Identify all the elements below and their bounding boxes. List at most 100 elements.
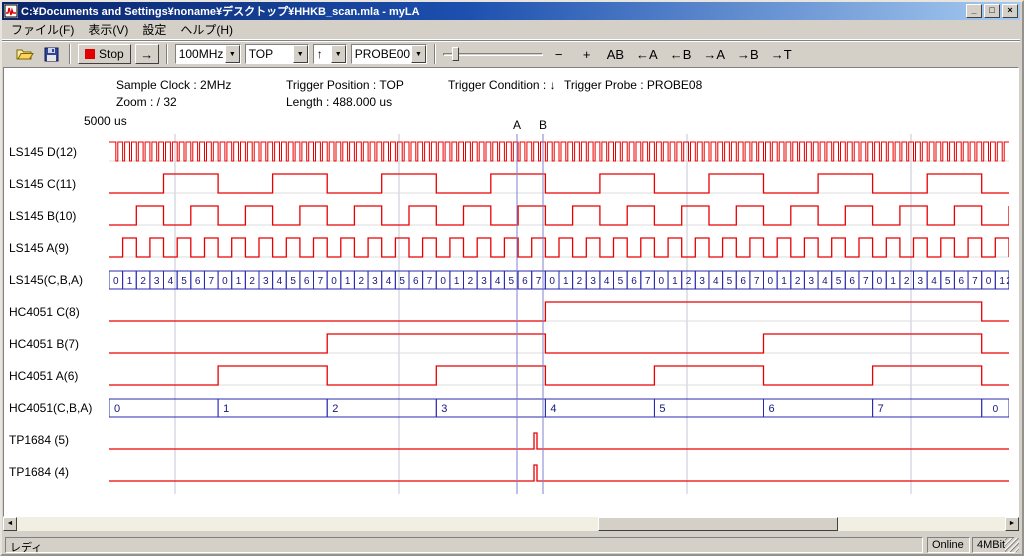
bus-value: 3 xyxy=(699,276,705,287)
zoom-slider[interactable] xyxy=(443,44,543,64)
trigger-probe-combo[interactable]: PROBE00 ▼ xyxy=(351,44,427,64)
close-button[interactable]: × xyxy=(1002,4,1018,18)
window-title: C:¥Documents and Settings¥noname¥デスクトップ¥… xyxy=(21,3,966,19)
bus-cell xyxy=(218,399,327,417)
status-ready: レディ xyxy=(5,537,923,553)
menu-view[interactable]: 表示(V) xyxy=(81,19,135,40)
trigger-probe-value: PROBE00 xyxy=(352,45,411,63)
time-origin-label: 5000 us xyxy=(84,114,127,128)
bus-cell xyxy=(873,399,982,417)
bus-value: 7 xyxy=(878,403,884,415)
channel-label: LS145 B(10) xyxy=(9,209,109,225)
waveform-trace xyxy=(109,238,1009,257)
bus-value: 6 xyxy=(769,403,775,415)
bus-value: 0 xyxy=(331,276,337,287)
bus-value: 5 xyxy=(836,276,842,287)
set-cursor-b-button[interactable]: →B xyxy=(733,44,763,64)
minimize-button[interactable]: _ xyxy=(966,4,982,18)
bus-value: 5 xyxy=(945,276,951,287)
sample-clock-value: 100MHz xyxy=(176,45,225,63)
trigger-position-combo[interactable]: TOP ▼ xyxy=(245,44,309,64)
channel-label: LS145 D(12) xyxy=(9,145,109,161)
bus-value: 4 xyxy=(713,276,719,287)
chevron-down-icon[interactable]: ▼ xyxy=(331,45,346,63)
bus-value: 2 xyxy=(332,403,338,415)
waveform-plot[interactable]: 0123456701234567012345670123456701234567… xyxy=(109,134,1009,494)
menubar: ファイル(F) 表示(V) 設定 ヘルプ(H) xyxy=(2,20,1020,40)
bus-value: 6 xyxy=(959,276,965,287)
zoom-info: Zoom : / 32 xyxy=(116,95,177,109)
cursor-b-label[interactable]: B xyxy=(539,118,547,132)
waveform-trace xyxy=(109,334,1009,353)
resize-grip[interactable] xyxy=(1005,538,1019,552)
goto-trigger-button[interactable]: →T xyxy=(767,44,796,64)
chevron-down-icon[interactable]: ▼ xyxy=(225,45,240,63)
zoom-slider-thumb[interactable] xyxy=(452,47,459,61)
bus-value: 3 xyxy=(263,276,269,287)
maximize-button[interactable]: □ xyxy=(984,4,1000,18)
sample-clock-combo[interactable]: 100MHz ▼ xyxy=(175,44,241,64)
bus-value: 3 xyxy=(590,276,596,287)
waveform-trace xyxy=(109,206,1009,225)
menu-settings[interactable]: 設定 xyxy=(135,19,173,40)
trigger-position-value: TOP xyxy=(246,45,293,63)
chevron-down-icon[interactable]: ▼ xyxy=(293,45,308,63)
bus-value: 0 xyxy=(549,276,555,287)
bus-cell xyxy=(654,399,763,417)
zoom-out-button[interactable]: − xyxy=(547,44,571,64)
bus-value: 0 xyxy=(440,276,446,287)
bus-value: 1 xyxy=(345,276,351,287)
bus-value: 6 xyxy=(849,276,855,287)
channel-label: TP1684 (5) xyxy=(9,433,109,449)
trigger-condition-info: Trigger Condition : ↓ xyxy=(448,78,556,92)
bus-value: 0 xyxy=(113,276,119,287)
trigger-edge-value: ↑ xyxy=(314,45,331,63)
waveform-trace xyxy=(109,142,1009,161)
bus-value: 6 xyxy=(631,276,637,287)
channel-label: LS145 A(9) xyxy=(9,241,109,257)
horizontal-scrollbar[interactable]: ◄ ► xyxy=(3,517,1019,531)
bus-value: 2 xyxy=(359,276,365,287)
save-file-button[interactable] xyxy=(40,44,62,64)
goto-cursor-a-button[interactable]: ←A xyxy=(632,44,662,64)
titlebar[interactable]: C:¥Documents and Settings¥noname¥デスクトップ¥… xyxy=(2,2,1020,20)
bus-cell xyxy=(545,399,654,417)
trigger-edge-combo[interactable]: ↑ ▼ xyxy=(313,44,347,64)
bus-value: 3 xyxy=(154,276,160,287)
run-button[interactable]: → xyxy=(135,44,159,64)
zoom-in-button[interactable]: + xyxy=(575,44,599,64)
folder-open-icon xyxy=(16,47,34,61)
waveform-panel: Sample Clock : 2MHz Zoom : / 32 Trigger … xyxy=(3,67,1019,517)
scroll-left-icon[interactable]: ◄ xyxy=(3,517,17,531)
bus-value: 5 xyxy=(659,403,665,415)
waveform-trace xyxy=(109,174,1009,193)
bus-value: 4 xyxy=(495,276,501,287)
goto-cursor-b-button[interactable]: ←B xyxy=(666,44,696,64)
ab-range-button[interactable]: AB xyxy=(603,44,628,64)
status-online: Online xyxy=(927,537,970,553)
channel-label: LS145(C,B,A) xyxy=(9,273,109,289)
bus-value: 2 xyxy=(795,276,801,287)
menu-file[interactable]: ファイル(F) xyxy=(4,19,81,40)
length-info: Length : 488.000 us xyxy=(286,95,392,109)
menu-help[interactable]: ヘルプ(H) xyxy=(173,19,240,40)
cursor-a-label[interactable]: A xyxy=(513,118,521,132)
bus-value: 3 xyxy=(809,276,815,287)
bus-cell xyxy=(436,399,545,417)
bus-value: 2 xyxy=(140,276,146,287)
bus-value: 4 xyxy=(386,276,392,287)
stop-icon xyxy=(85,49,95,59)
bus-value: 0 xyxy=(659,276,665,287)
bus-value: 5 xyxy=(618,276,624,287)
open-file-button[interactable] xyxy=(14,44,36,64)
bus-cell xyxy=(109,399,218,417)
waveform-trace xyxy=(109,433,1009,449)
scrollbar-thumb[interactable] xyxy=(598,517,838,531)
bus-value: 7 xyxy=(972,276,978,287)
scroll-right-icon[interactable]: ► xyxy=(1005,517,1019,531)
bus-value: 1 xyxy=(236,276,242,287)
bus-value: 7 xyxy=(754,276,760,287)
chevron-down-icon[interactable]: ▼ xyxy=(411,45,426,63)
stop-button[interactable]: Stop xyxy=(78,44,131,64)
set-cursor-a-button[interactable]: →A xyxy=(699,44,729,64)
